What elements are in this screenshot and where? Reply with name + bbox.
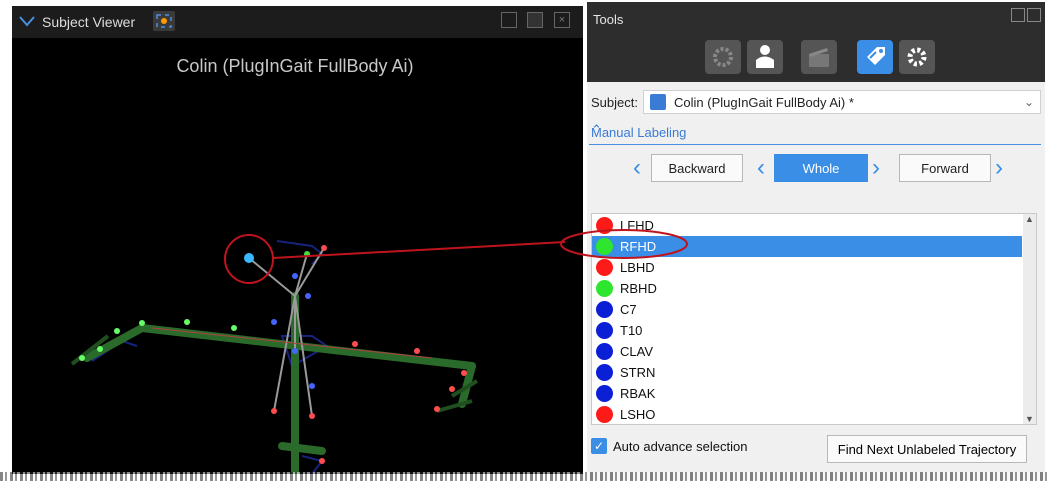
marker-status-dot-icon <box>596 343 613 360</box>
whole-right-arrow-icon[interactable]: › <box>872 154 880 182</box>
tools-header: Tools <box>587 2 1045 82</box>
marker-row[interactable]: LFHD <box>592 215 1022 236</box>
label-tag-icon[interactable] <box>857 40 893 74</box>
backward-label: Backward <box>668 160 726 176</box>
chevron-up-icon[interactable]: ⌃ <box>591 122 1039 138</box>
marker-name: C7 <box>620 302 637 317</box>
marker-name: LFHD <box>620 218 654 233</box>
marker-name: RBHD <box>620 281 657 296</box>
marker-row[interactable]: C7 <box>592 299 1022 320</box>
marker-name: RBAK <box>620 386 656 401</box>
subject-person-icon <box>650 94 666 110</box>
marker-row[interactable]: LSHO <box>592 404 1022 424</box>
forward-button[interactable]: Forward <box>899 154 991 182</box>
marker-name: RFHD <box>620 239 657 254</box>
checkbox-check-icon[interactable]: ✓ <box>591 438 607 454</box>
selected-marker-point[interactable] <box>244 253 254 263</box>
whole-button[interactable]: Whole <box>774 154 868 182</box>
marker-name: STRN <box>620 365 656 380</box>
marker-sticks <box>248 247 325 417</box>
marker-name: LSHO <box>620 407 656 422</box>
marker-status-dot-icon <box>596 406 613 423</box>
marker-status-dot-icon <box>596 238 613 255</box>
find-next-label: Find Next Unlabeled Trajectory <box>837 441 1017 457</box>
gear-icon[interactable] <box>899 40 935 74</box>
target-icon[interactable] <box>705 40 741 74</box>
marker-status-dot-icon <box>596 259 613 276</box>
undock-icon[interactable] <box>1011 8 1025 22</box>
skeleton-3d-view[interactable] <box>12 6 583 474</box>
bottom-edge-strip <box>0 472 1048 481</box>
backward-left-arrow-icon[interactable]: ‹ <box>633 154 641 182</box>
marker-row[interactable]: RFHD <box>592 236 1022 257</box>
subject-viewer[interactable]: Subject Viewer × Colin (PlugInGait FullB… <box>12 6 583 474</box>
clapper-icon[interactable] <box>801 40 837 74</box>
marker-list-scrollbar[interactable]: ▲ ▼ <box>1023 214 1036 424</box>
marker-row[interactable]: CLAV <box>592 341 1022 362</box>
marker-status-dot-icon <box>596 280 613 297</box>
marker-status-dot-icon <box>596 364 613 381</box>
subject-dropdown[interactable]: Colin (PlugInGait FullBody Ai) * ⌄ <box>643 90 1041 114</box>
whole-left-arrow-icon[interactable]: ‹ <box>757 154 765 182</box>
marker-name: T10 <box>620 323 643 338</box>
forward-right-arrow-icon[interactable]: › <box>995 154 1003 182</box>
tools-window-buttons <box>1009 8 1041 27</box>
chevron-down-icon: ⌄ <box>1023 95 1034 109</box>
subject-dropdown-value: Colin (PlugInGait FullBody Ai) * <box>674 95 854 110</box>
restore-icon[interactable] <box>1027 8 1041 22</box>
tools-panel: Tools Subject: Colin (PlugInGait FullBod… <box>587 2 1045 480</box>
auto-advance-checkbox[interactable]: ✓ Auto advance selection <box>591 438 747 454</box>
marker-row[interactable]: STRN <box>592 362 1022 383</box>
marker-row[interactable]: LBHD <box>592 257 1022 278</box>
manual-labeling-section-header[interactable]: Manual Labeling ⌃ <box>589 122 1041 145</box>
person-icon[interactable] <box>747 40 783 74</box>
marker-status-dot-icon <box>596 385 613 402</box>
backward-button[interactable]: Backward <box>651 154 743 182</box>
subject-label: Subject: <box>591 95 638 110</box>
marker-status-dot-icon <box>596 322 613 339</box>
marker-name: LBHD <box>620 260 655 275</box>
whole-label: Whole <box>802 160 840 176</box>
marker-status-dot-icon <box>596 217 613 234</box>
marker-row[interactable]: T10 <box>592 320 1022 341</box>
marker-row[interactable]: RBAK <box>592 383 1022 404</box>
tools-title: Tools <box>593 12 624 27</box>
marker-list[interactable]: LFHD RFHD LBHD RBHD C7 T10 CLAV STRN RBAK LSHO ▲ … <box>591 213 1037 425</box>
subject-row: Subject: Colin (PlugInGait FullBody Ai) … <box>587 88 1045 116</box>
scroll-down-icon[interactable]: ▼ <box>1025 414 1034 424</box>
forward-label: Forward <box>921 160 969 176</box>
marker-status-dot-icon <box>596 301 613 318</box>
scroll-up-icon[interactable]: ▲ <box>1025 214 1034 224</box>
find-next-unlabeled-button[interactable]: Find Next Unlabeled Trajectory <box>827 435 1027 463</box>
marker-name: CLAV <box>620 344 653 359</box>
auto-advance-label: Auto advance selection <box>613 438 748 454</box>
marker-row[interactable]: RBHD <box>592 278 1022 299</box>
